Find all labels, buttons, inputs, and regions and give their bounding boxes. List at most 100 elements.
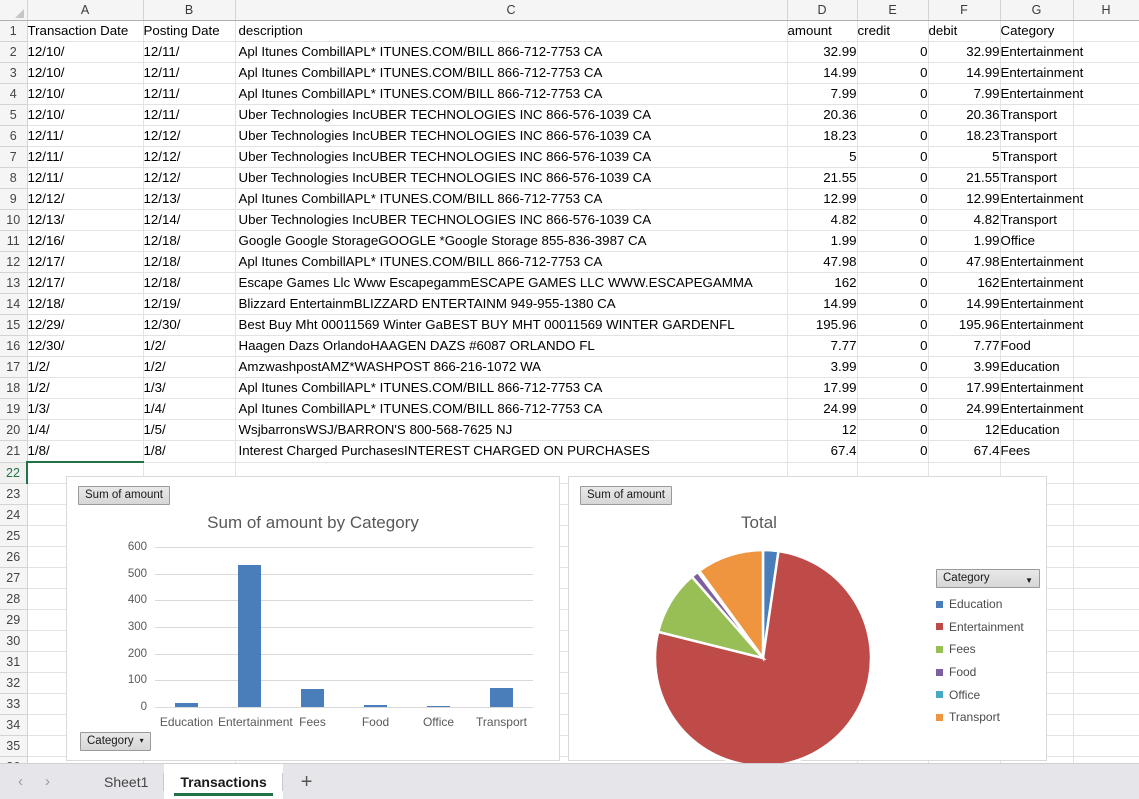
cell-empty[interactable] bbox=[1073, 735, 1139, 757]
cell-A20[interactable]: 1/4/ bbox=[27, 419, 144, 441]
cell-G16[interactable]: Food bbox=[1000, 335, 1074, 357]
cell-D2[interactable]: 32.99 bbox=[787, 41, 858, 63]
cell-F1[interactable]: debit bbox=[928, 20, 1001, 42]
cell-E8[interactable]: 0 bbox=[857, 167, 929, 189]
cell-E19[interactable]: 0 bbox=[857, 398, 929, 420]
pie-chart-legend-filter-button[interactable]: Category ▼ bbox=[936, 569, 1040, 588]
row-header-8[interactable]: 8 bbox=[0, 167, 28, 189]
cell-A10[interactable]: 12/13/ bbox=[27, 209, 144, 231]
row-header-9[interactable]: 9 bbox=[0, 188, 28, 210]
sheet-tab-transactions[interactable]: Transactions bbox=[164, 763, 283, 799]
cell-C14[interactable]: Blizzard EntertainmBLIZZARD ENTERTAINM 9… bbox=[235, 293, 788, 315]
cell-empty[interactable] bbox=[1073, 483, 1139, 505]
cell-G9[interactable]: Entertainment bbox=[1000, 188, 1083, 210]
bar-transport[interactable] bbox=[489, 688, 514, 707]
cell-B16[interactable]: 1/2/ bbox=[143, 335, 236, 357]
cell-A2[interactable]: 12/10/ bbox=[27, 41, 144, 63]
column-header-b[interactable]: B bbox=[143, 0, 236, 21]
row-header-7[interactable]: 7 bbox=[0, 146, 28, 168]
cell-G13[interactable]: Entertainment bbox=[1000, 272, 1083, 294]
cell-empty[interactable] bbox=[1073, 125, 1139, 147]
cell-G20[interactable]: Education bbox=[1000, 419, 1074, 441]
table-row[interactable]: 5 12/10/12/11/Uber Technologies IncUBER T… bbox=[0, 104, 1139, 126]
cell-empty[interactable] bbox=[1073, 504, 1139, 526]
cell-E16[interactable]: 0 bbox=[857, 335, 929, 357]
cell-E12[interactable]: 0 bbox=[857, 251, 929, 273]
row-header-32[interactable]: 32 bbox=[0, 672, 28, 694]
cell-F13[interactable]: 162 bbox=[928, 272, 1001, 294]
cell-C17[interactable]: AmzwashpostAMZ*WASHPOST 866-216-1072 WA bbox=[235, 356, 788, 378]
row-header-31[interactable]: 31 bbox=[0, 651, 28, 673]
cell-empty[interactable] bbox=[1073, 714, 1139, 736]
cell-E20[interactable]: 0 bbox=[857, 419, 929, 441]
bar-chart-category-filter-button[interactable]: Category ▾ bbox=[80, 732, 151, 751]
cell-empty[interactable] bbox=[1073, 462, 1139, 484]
cell-G14[interactable]: Entertainment bbox=[1000, 293, 1083, 315]
cell-F6[interactable]: 18.23 bbox=[928, 125, 1001, 147]
cell-C3[interactable]: Apl Itunes CombillAPL* ITUNES.COM/BILL 8… bbox=[235, 62, 788, 84]
cell-E17[interactable]: 0 bbox=[857, 356, 929, 378]
cell-F4[interactable]: 7.99 bbox=[928, 83, 1001, 105]
cell-A1[interactable]: Transaction Date bbox=[27, 20, 144, 42]
cell-G19[interactable]: Entertainment bbox=[1000, 398, 1083, 420]
cell-B1[interactable]: Posting Date bbox=[143, 20, 236, 42]
cell-E5[interactable]: 0 bbox=[857, 104, 929, 126]
row-header-27[interactable]: 27 bbox=[0, 567, 28, 589]
row-header-15[interactable]: 15 bbox=[0, 314, 28, 336]
cell-C19[interactable]: Apl Itunes CombillAPL* ITUNES.COM/BILL 8… bbox=[235, 398, 788, 420]
table-row[interactable]: 18 1/2/1/3/Apl Itunes CombillAPL* ITUNES.… bbox=[0, 377, 1139, 399]
cell-C13[interactable]: Escape Games Llc Www EscapegammESCAPE GA… bbox=[235, 272, 788, 294]
cell-B17[interactable]: 1/2/ bbox=[143, 356, 236, 378]
cell-A16[interactable]: 12/30/ bbox=[27, 335, 144, 357]
bar-education[interactable] bbox=[174, 702, 199, 707]
cell-empty[interactable] bbox=[1073, 546, 1139, 568]
table-row[interactable]: 9 12/12/12/13/Apl Itunes CombillAPL* ITUN… bbox=[0, 188, 1139, 210]
table-row[interactable]: 15 12/29/12/30/Best Buy Mht 00011569 Wint… bbox=[0, 314, 1139, 336]
bar-office[interactable] bbox=[426, 706, 451, 707]
cell-D5[interactable]: 20.36 bbox=[787, 104, 858, 126]
row-header-17[interactable]: 17 bbox=[0, 356, 28, 378]
cell-empty[interactable] bbox=[1073, 167, 1139, 189]
cell-D19[interactable]: 24.99 bbox=[787, 398, 858, 420]
row-header-5[interactable]: 5 bbox=[0, 104, 28, 126]
previous-sheet-icon[interactable]: ‹ bbox=[18, 773, 23, 790]
column-header-f[interactable]: F bbox=[928, 0, 1001, 21]
cell-E14[interactable]: 0 bbox=[857, 293, 929, 315]
cell-E3[interactable]: 0 bbox=[857, 62, 929, 84]
cell-empty[interactable] bbox=[1073, 672, 1139, 694]
cell-C7[interactable]: Uber Technologies IncUBER TECHNOLOGIES I… bbox=[235, 146, 788, 168]
table-row[interactable]: 7 12/11/12/12/Uber Technologies IncUBER T… bbox=[0, 146, 1139, 168]
row-header-26[interactable]: 26 bbox=[0, 546, 28, 568]
cell-A12[interactable]: 12/17/ bbox=[27, 251, 144, 273]
column-header-d[interactable]: D bbox=[787, 0, 858, 21]
cell-C18[interactable]: Apl Itunes CombillAPL* ITUNES.COM/BILL 8… bbox=[235, 377, 788, 399]
cell-E13[interactable]: 0 bbox=[857, 272, 929, 294]
cell-C9[interactable]: Apl Itunes CombillAPL* ITUNES.COM/BILL 8… bbox=[235, 188, 788, 210]
cell-A18[interactable]: 1/2/ bbox=[27, 377, 144, 399]
cell-E18[interactable]: 0 bbox=[857, 377, 929, 399]
cell-C5[interactable]: Uber Technologies IncUBER TECHNOLOGIES I… bbox=[235, 104, 788, 126]
cell-G4[interactable]: Entertainment bbox=[1000, 83, 1083, 105]
cell-C11[interactable]: Google Google StorageGOOGLE *Google Stor… bbox=[235, 230, 788, 252]
cell-G1[interactable]: Category bbox=[1000, 20, 1074, 42]
cell-D4[interactable]: 7.99 bbox=[787, 83, 858, 105]
column-header-a[interactable]: A bbox=[27, 0, 144, 21]
table-row[interactable]: 21 1/8/1/8/Interest Charged PurchasesINTE… bbox=[0, 440, 1139, 463]
cell-D16[interactable]: 7.77 bbox=[787, 335, 858, 357]
cell-B12[interactable]: 12/18/ bbox=[143, 251, 236, 273]
cell-D8[interactable]: 21.55 bbox=[787, 167, 858, 189]
cell-F19[interactable]: 24.99 bbox=[928, 398, 1001, 420]
cell-F12[interactable]: 47.98 bbox=[928, 251, 1001, 273]
table-row[interactable]: 20 1/4/1/5/WsjbarronsWSJ/BARRON'S 800-568… bbox=[0, 419, 1139, 441]
column-header-e[interactable]: E bbox=[857, 0, 929, 21]
cell-D20[interactable]: 12 bbox=[787, 419, 858, 441]
cell-C21[interactable]: Interest Charged PurchasesINTEREST CHARG… bbox=[235, 440, 788, 463]
cell-F20[interactable]: 12 bbox=[928, 419, 1001, 441]
cell-G21[interactable]: Fees bbox=[1000, 440, 1074, 463]
cell-C20[interactable]: WsjbarronsWSJ/BARRON'S 800-568-7625 NJ bbox=[235, 419, 788, 441]
cell-G10[interactable]: Transport bbox=[1000, 209, 1074, 231]
cell-F14[interactable]: 14.99 bbox=[928, 293, 1001, 315]
row-header-21[interactable]: 21 bbox=[0, 440, 28, 463]
cell-C6[interactable]: Uber Technologies IncUBER TECHNOLOGIES I… bbox=[235, 125, 788, 147]
cell-E7[interactable]: 0 bbox=[857, 146, 929, 168]
